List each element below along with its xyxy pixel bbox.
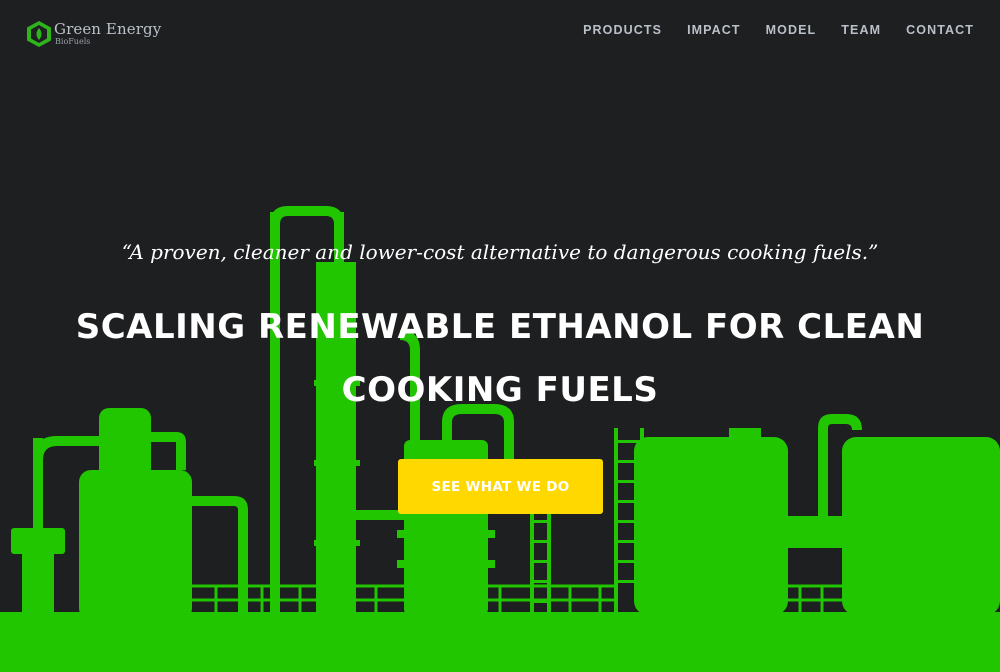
hexagon-leaf-icon [27,21,51,47]
nav-impact[interactable]: IMPACT [687,23,741,37]
page: Green Energy BioFuels PRODUCTS IMPACT MO… [0,0,1000,672]
nav-team[interactable]: TEAM [841,23,881,37]
see-what-we-do-button[interactable]: SEE WHAT WE DO [398,459,603,514]
nav-contact[interactable]: CONTACT [906,23,974,37]
nav-model[interactable]: MODEL [766,23,817,37]
hero-headline: SCALING RENEWABLE ETHANOL FOR CLEAN COOK… [75,307,925,410]
hero-quote: “A proven, cleaner and lower-cost altern… [121,240,879,264]
brand-subtitle: BioFuels [55,37,91,46]
brand-logo[interactable]: Green Energy BioFuels [26,20,161,48]
nav-products[interactable]: PRODUCTS [583,23,662,37]
main-nav: PRODUCTS IMPACT MODEL TEAM CONTACT [583,23,974,37]
brand-name: Green Energy [54,20,162,38]
